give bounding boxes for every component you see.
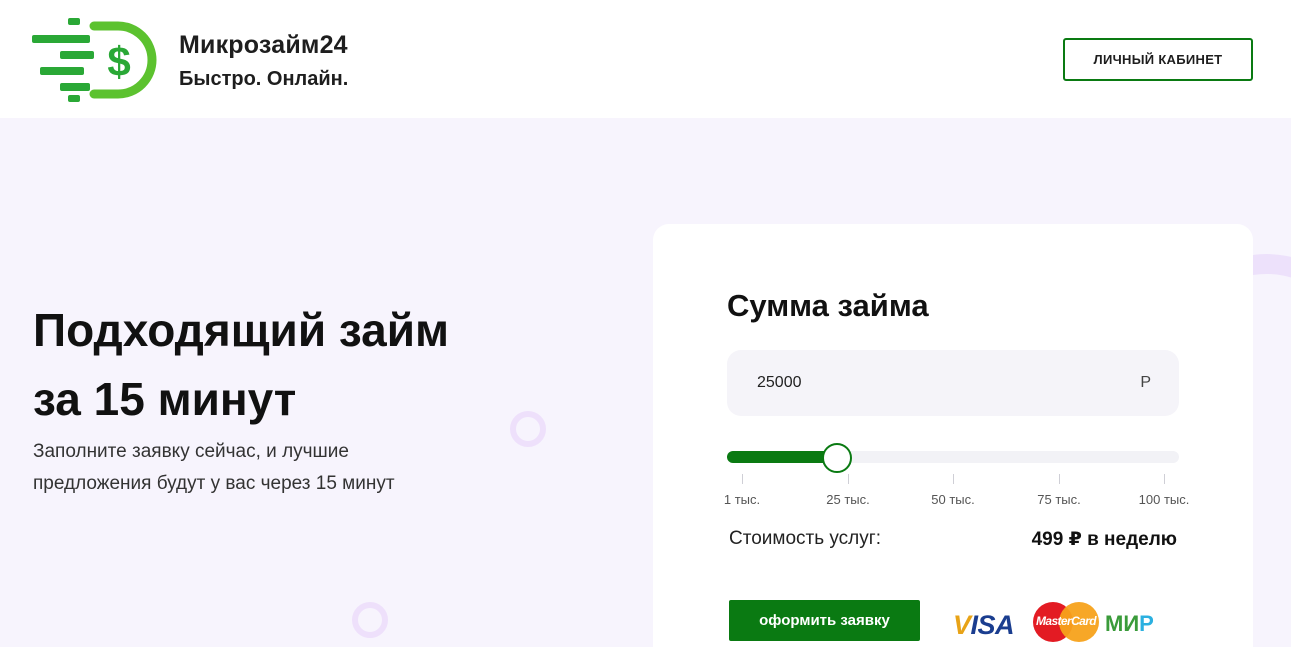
visa-logo-icon: VISA — [953, 610, 1015, 640]
dollar-logo-icon[interactable]: $ — [32, 18, 162, 102]
tick-label: 1 тыс. — [723, 492, 761, 507]
slider-tick: 100 тыс. — [1124, 474, 1204, 507]
brand-tagline: Быстро. Онлайн. — [179, 68, 349, 90]
mastercard-text: MasterCard — [1035, 614, 1097, 628]
loan-calculator-card: Сумма займа 25000 Р 1 тыс. 25 тыс. 50 ты… — [653, 224, 1253, 647]
tick-label: 50 тыс. — [931, 492, 975, 507]
brand-name: Микрозайм24 — [179, 31, 348, 59]
submit-application-button[interactable]: оформить заявку — [729, 600, 920, 641]
slider-tick: 25 тыс. — [808, 474, 888, 507]
slider-tick: 75 тыс. — [1019, 474, 1099, 507]
slider-handle[interactable] — [822, 443, 852, 473]
service-cost-value: 499 ₽ в неделю — [1031, 529, 1177, 550]
hero-subtitle: Заполните заявку сейчас, и лучшие предло… — [33, 436, 503, 500]
slider-tick: 50 тыс. — [913, 474, 993, 507]
tick-label: 100 тыс. — [1138, 492, 1190, 507]
slider-fill — [727, 451, 837, 463]
tick-label: 75 тыс. — [1037, 492, 1081, 507]
hero-subtitle-line: предложения будут у вас через 15 минут — [33, 473, 395, 494]
hero-section: Подходящий займ за 15 минут Заполните за… — [0, 118, 1291, 647]
loan-amount-slider[interactable] — [727, 443, 1179, 473]
site-header: $ Микрозайм24 Быстро. Онлайн. ЛИЧНЫЙ КАБ… — [0, 0, 1291, 118]
hero-title-line: Подходящий займ — [33, 304, 450, 356]
tick-label: 25 тыс. — [826, 492, 870, 507]
personal-cabinet-button[interactable]: ЛИЧНЫЙ КАБИНЕТ — [1063, 38, 1253, 81]
svg-text:$: $ — [107, 38, 130, 85]
hero-title-line: за 15 минут — [33, 373, 297, 425]
decorative-ring — [352, 602, 388, 638]
mastercard-logo-icon: MasterCard — [1033, 602, 1099, 642]
loan-amount-input[interactable]: 25000 Р — [727, 350, 1179, 416]
hero-subtitle-line: Заполните заявку сейчас, и лучшие — [33, 441, 349, 462]
currency-symbol: Р — [1140, 374, 1151, 391]
mir-logo-icon: МИР — [1105, 611, 1154, 636]
slider-tick: 1 тыс. — [702, 474, 782, 507]
calculator-title: Сумма займа — [727, 288, 929, 323]
slider-ticks: 1 тыс. 25 тыс. 50 тыс. 75 тыс. 100 тыс. — [724, 474, 1189, 508]
hero-title: Подходящий займ за 15 минут — [33, 296, 593, 434]
service-cost-label: Стоимость услуг: — [729, 528, 881, 549]
payment-logos: VISA MasterCard МИР — [953, 600, 1173, 644]
loan-amount-value[interactable]: 25000 — [757, 374, 802, 392]
